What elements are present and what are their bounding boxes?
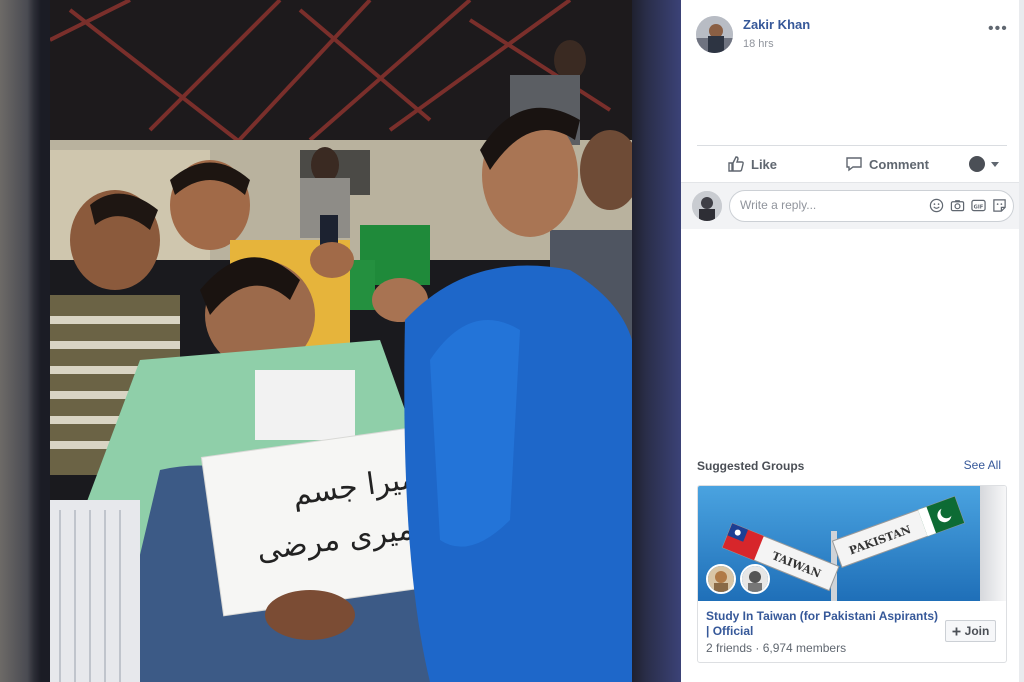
smiley-icon[interactable] [929,198,944,213]
more-options-button[interactable]: ••• [988,20,1008,38]
post-actions: Like Comment [697,146,1007,182]
plus-icon [952,627,961,635]
reply-input[interactable] [740,198,910,212]
reply-box[interactable]: GIF [729,190,1014,222]
sticker-icon[interactable] [992,198,1007,213]
viewer-avatar[interactable] [692,191,722,221]
audience-selector[interactable] [969,146,999,182]
post-timestamp[interactable]: 18 hrs [743,38,774,50]
reply-tools: GIF [929,198,1007,213]
gif-icon[interactable]: GIF [971,198,986,213]
friend-avatar[interactable] [706,564,736,594]
comment-button[interactable]: Comment [845,146,929,182]
post-photo[interactable]: میرا جسم میری مرضی [50,0,632,682]
join-label: Join [964,624,990,638]
group-meta: 2 friends · 6,974 members [706,641,847,655]
group-card[interactable]: TAIWAN PAKISTAN Study In Taiwan (for Pak… [697,485,1007,663]
like-label: Like [751,156,778,172]
author-avatar[interactable] [696,16,733,53]
author-name[interactable]: Zakir Khan [743,17,810,32]
join-button[interactable]: Join [945,620,996,642]
see-all-link[interactable]: See All [964,458,1001,472]
cover-shade [980,486,1006,601]
chevron-down-icon [991,161,999,167]
comment-label: Comment [869,156,929,172]
panel-edge [1019,0,1024,682]
friend-avatars [706,564,770,594]
suggested-groups-title: Suggested Groups [697,459,805,473]
reply-row: GIF [681,182,1019,229]
audience-avatar [969,156,985,172]
group-name-link[interactable]: Study In Taiwan (for Pakistani Aspirants… [706,609,942,639]
thumbs-up-icon [728,156,744,172]
speech-bubble-icon [846,157,862,172]
friend-avatar[interactable] [740,564,770,594]
like-button[interactable]: Like [727,146,777,182]
camera-icon[interactable] [950,198,965,213]
post-header: Zakir Khan 18 hrs ••• [696,16,1016,56]
svg-text:GIF: GIF [974,204,984,210]
